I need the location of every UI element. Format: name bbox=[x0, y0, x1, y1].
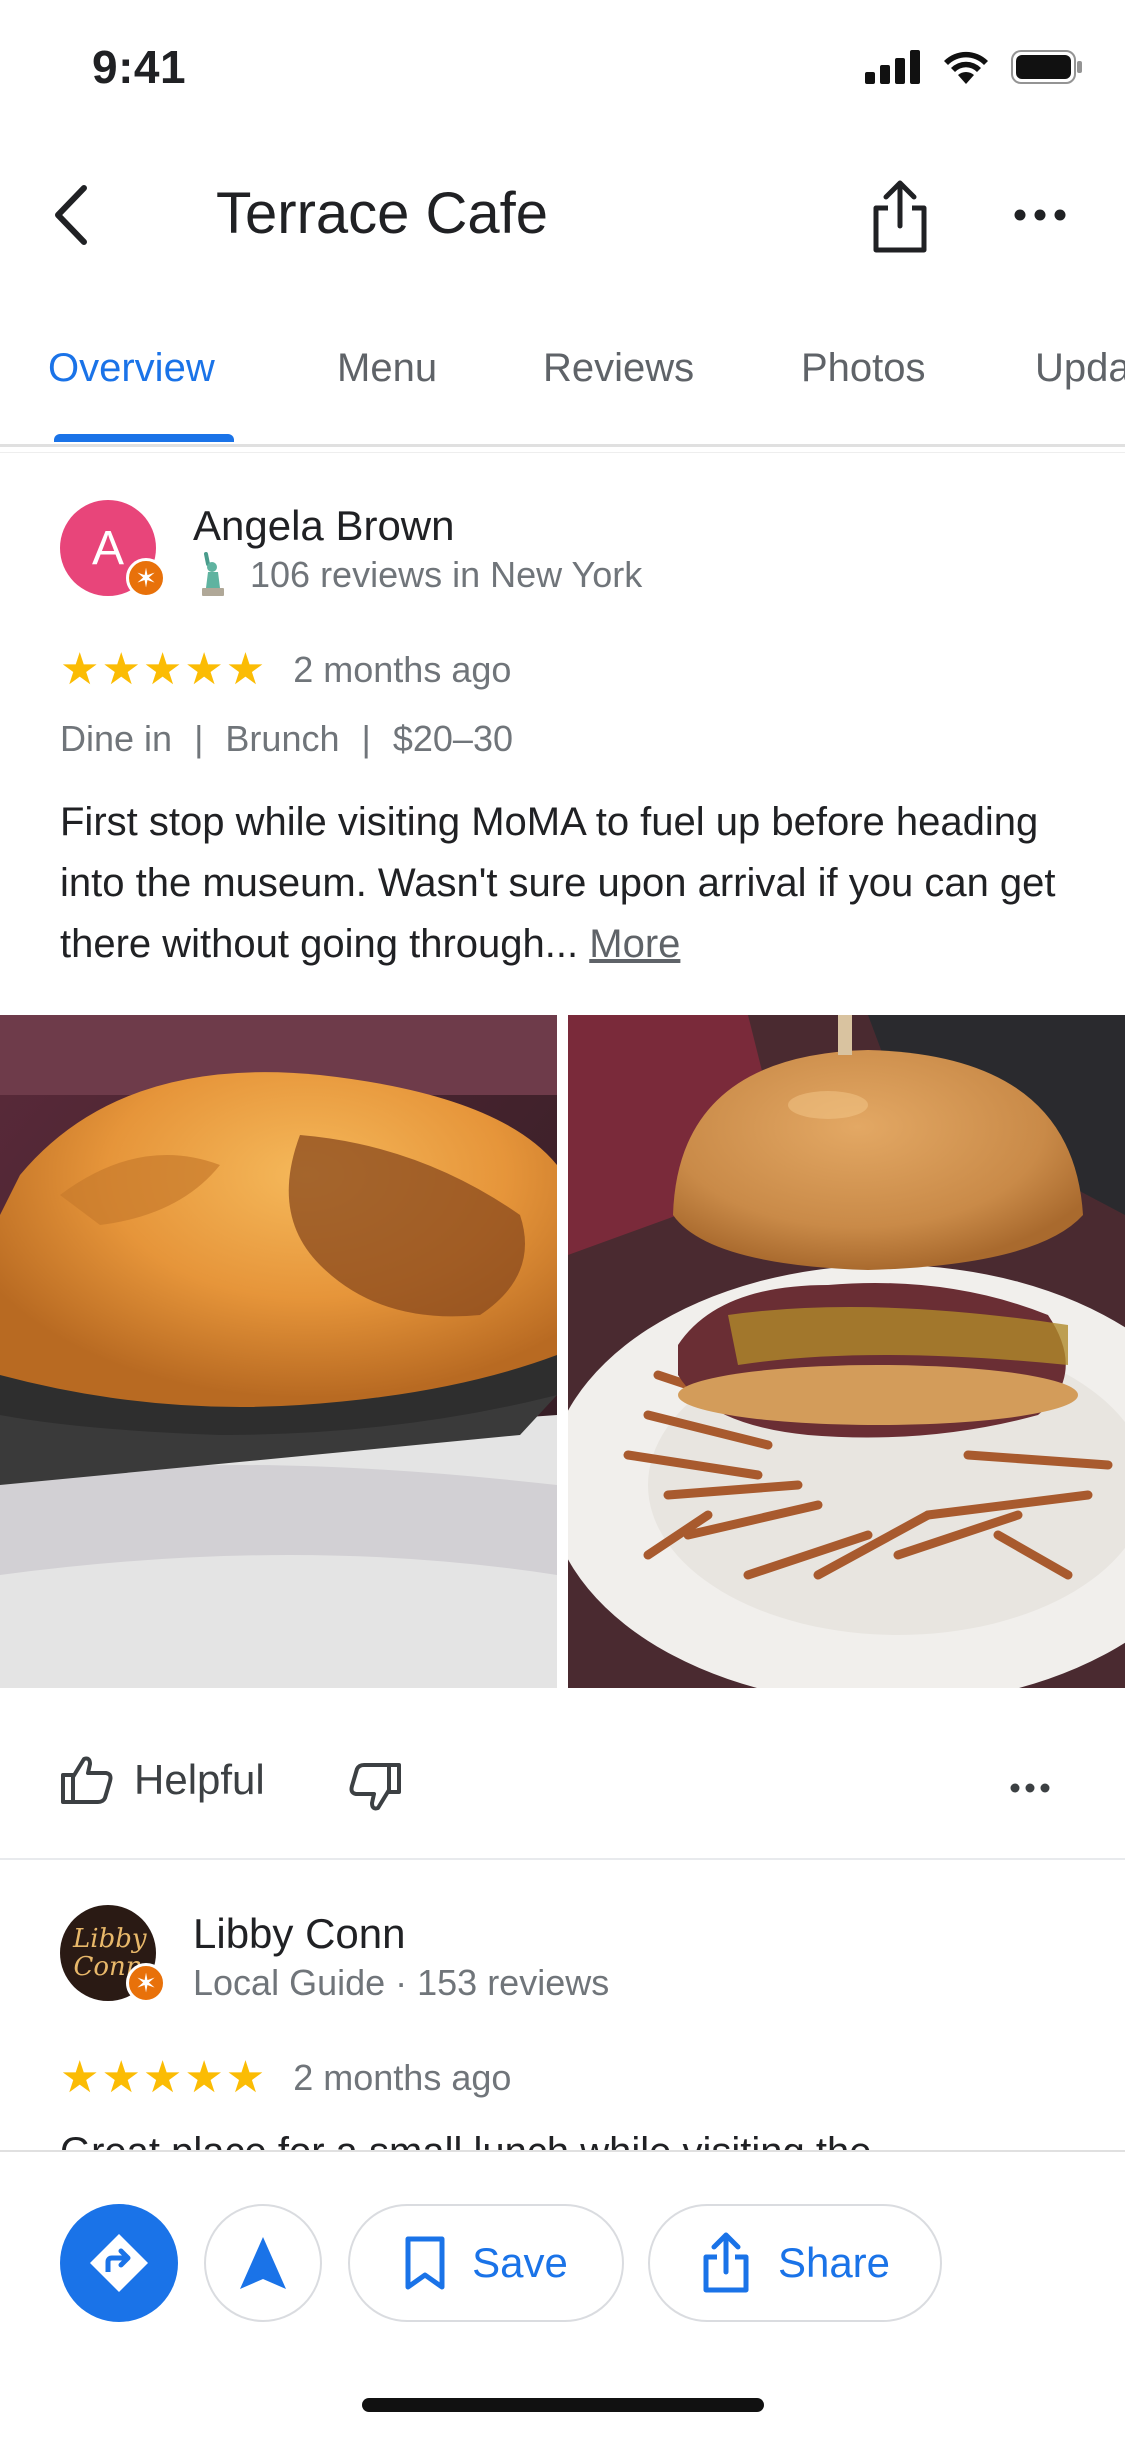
save-label: Save bbox=[472, 2239, 568, 2286]
tabs-divider-shadow bbox=[0, 452, 1125, 453]
not-helpful-button[interactable] bbox=[348, 1762, 402, 1817]
review-body: Great place for a small lunch while visi… bbox=[60, 2130, 872, 2152]
burger-image bbox=[568, 1015, 1125, 1688]
review-body: First stop while visiting MoMA to fuel u… bbox=[60, 800, 1056, 966]
tab-updates[interactable]: Upda bbox=[1035, 346, 1125, 391]
review-time: 2 months ago bbox=[293, 648, 512, 690]
tab-menu[interactable]: Menu bbox=[337, 346, 437, 391]
chevron-left-icon bbox=[55, 185, 87, 245]
review-photo-burger[interactable] bbox=[568, 1015, 1125, 1688]
share-place-button[interactable]: Share bbox=[648, 2204, 942, 2322]
tab-photos[interactable]: Photos bbox=[801, 346, 926, 391]
start-navigation-button[interactable] bbox=[204, 2204, 322, 2322]
thumbs-up-icon bbox=[61, 1756, 113, 1804]
share-icon bbox=[873, 180, 927, 253]
navigation-arrow-icon bbox=[240, 2237, 286, 2289]
battery-icon bbox=[1011, 50, 1082, 84]
review-tags: Dine in | Brunch | $20–30 bbox=[60, 718, 513, 760]
tab-bar: Overview Menu Reviews Photos Upda bbox=[0, 330, 1125, 446]
save-button[interactable]: Save bbox=[348, 2204, 624, 2322]
more-link[interactable]: More bbox=[589, 922, 680, 966]
active-tab-indicator bbox=[54, 434, 234, 442]
status-time: 9:41 bbox=[92, 41, 187, 93]
helpful-button[interactable]: Helpful bbox=[60, 1755, 265, 1805]
status-icons bbox=[865, 50, 1083, 84]
wifi-icon bbox=[944, 51, 988, 84]
tabs-divider bbox=[0, 444, 1125, 447]
local-guide-badge-icon: ✶ bbox=[126, 1963, 166, 2003]
rating-row: ★★★★★ 2 months ago bbox=[60, 644, 511, 695]
helpful-label: Helpful bbox=[134, 1756, 265, 1803]
home-indicator bbox=[362, 2398, 764, 2412]
statue-of-liberty-icon bbox=[202, 552, 224, 596]
reviewer-meta: Local Guide · 153 reviews bbox=[193, 1962, 610, 2003]
review-text-partial: Great place for a small lunch while visi… bbox=[60, 2122, 1110, 2152]
tag-meal: Brunch bbox=[225, 718, 340, 759]
reviewer-avatar-container[interactable]: A ✶ bbox=[60, 500, 166, 598]
share-label: Share bbox=[777, 2239, 891, 2286]
review-photo-mac-and-cheese[interactable] bbox=[0, 1015, 557, 1688]
star-rating: ★★★★★ bbox=[60, 2053, 268, 2102]
review-divider bbox=[0, 1858, 1125, 1860]
reviewer-avatar-container[interactable]: Libby Conn ✶ bbox=[60, 1905, 166, 2003]
share-icon bbox=[703, 2232, 749, 2293]
tag-dine-in: Dine in bbox=[60, 718, 173, 759]
rating-row: ★★★★★ 2 months ago bbox=[60, 2052, 511, 2103]
reviewer-meta: 106 reviews in New York bbox=[250, 554, 643, 595]
more-horizontal-icon bbox=[1010, 1783, 1050, 1793]
tab-reviews[interactable]: Reviews bbox=[543, 346, 694, 391]
mac-and-cheese-image bbox=[0, 1015, 557, 1688]
directions-button[interactable] bbox=[60, 2204, 178, 2322]
avatar-letter: A bbox=[91, 521, 124, 575]
tab-overview[interactable]: Overview bbox=[48, 346, 215, 391]
back-button[interactable] bbox=[40, 180, 100, 250]
review-time: 2 months ago bbox=[293, 2056, 512, 2098]
reviewer-meta-row: 106 reviews in New York bbox=[196, 552, 642, 598]
share-button[interactable] bbox=[868, 178, 932, 254]
reviewer-name[interactable]: Angela Brown bbox=[193, 502, 455, 550]
more-horizontal-icon bbox=[1014, 209, 1066, 221]
tag-price: $20–30 bbox=[392, 718, 513, 759]
tag-separator: | bbox=[361, 718, 371, 759]
review-more-options-button[interactable] bbox=[1010, 1780, 1050, 1798]
page-title: Terrace Cafe bbox=[216, 181, 549, 246]
thumbs-down-icon bbox=[349, 1763, 401, 1811]
bookmark-icon bbox=[405, 2236, 445, 2290]
cellular-signal-icon bbox=[865, 50, 920, 84]
bottom-action-bar: Save Share bbox=[0, 2150, 1125, 2438]
star-rating: ★★★★★ bbox=[60, 645, 268, 694]
tag-separator: | bbox=[194, 718, 204, 759]
reviewer-name[interactable]: Libby Conn bbox=[193, 1910, 405, 1958]
directions-icon bbox=[90, 2234, 148, 2292]
local-guide-badge-icon: ✶ bbox=[126, 558, 166, 598]
review-text: First stop while visiting MoMA to fuel u… bbox=[60, 792, 1110, 975]
more-options-button[interactable] bbox=[1010, 190, 1070, 240]
